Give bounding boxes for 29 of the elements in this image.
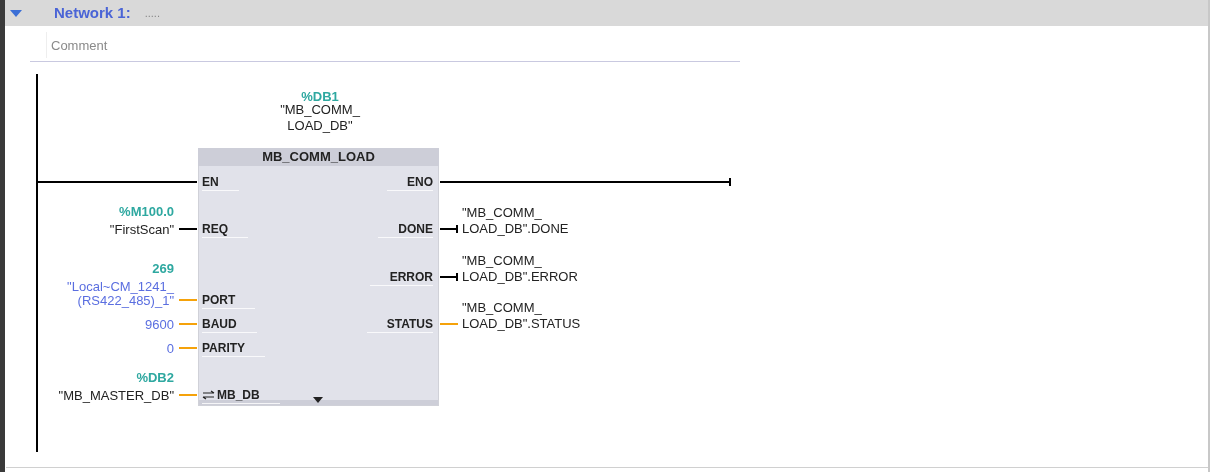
- network-name: .....: [144, 5, 160, 21]
- pin-label: REQ: [202, 221, 248, 238]
- operand: "MB_COMM_ LOAD_DB".STATUS: [462, 300, 581, 332]
- pin-label: ERROR: [369, 269, 433, 286]
- pin-label: STATUS: [366, 316, 433, 333]
- expand-pins-icon[interactable]: [313, 397, 323, 403]
- network-title: Network 1:: [54, 2, 131, 23]
- operand: "FirstScan": [109, 223, 174, 237]
- operand: "MB_MASTER_DB": [58, 389, 174, 403]
- instance-name: "MB_COMM_ LOAD_DB": [279, 102, 361, 134]
- operand-address: 269: [152, 259, 174, 278]
- operand: 9600: [145, 318, 174, 332]
- wire: [179, 394, 197, 396]
- pin-label: DONE: [378, 221, 433, 238]
- pin-label: ENO: [387, 174, 433, 191]
- operand: "Local~CM_1241_ (RS422_485)_1": [67, 280, 174, 308]
- operand-address: %M100.0: [119, 202, 174, 221]
- instance-address: %DB1: [300, 88, 340, 105]
- pin-label: BAUD: [202, 316, 257, 333]
- collapse-icon[interactable]: [9, 8, 23, 18]
- operand: 0: [166, 342, 174, 356]
- block-title: MB_COMM_LOAD: [198, 148, 439, 166]
- operand-address: %DB2: [136, 368, 174, 387]
- operand: "MB_COMM_ LOAD_DB".DONE: [462, 205, 569, 237]
- pin-label: PARITY: [202, 340, 266, 357]
- pin-label: MB_DB: [202, 387, 280, 404]
- pin-label: EN: [202, 174, 239, 191]
- pin-label: PORT: [202, 292, 256, 309]
- operand: "MB_COMM_ LOAD_DB".ERROR: [462, 253, 578, 285]
